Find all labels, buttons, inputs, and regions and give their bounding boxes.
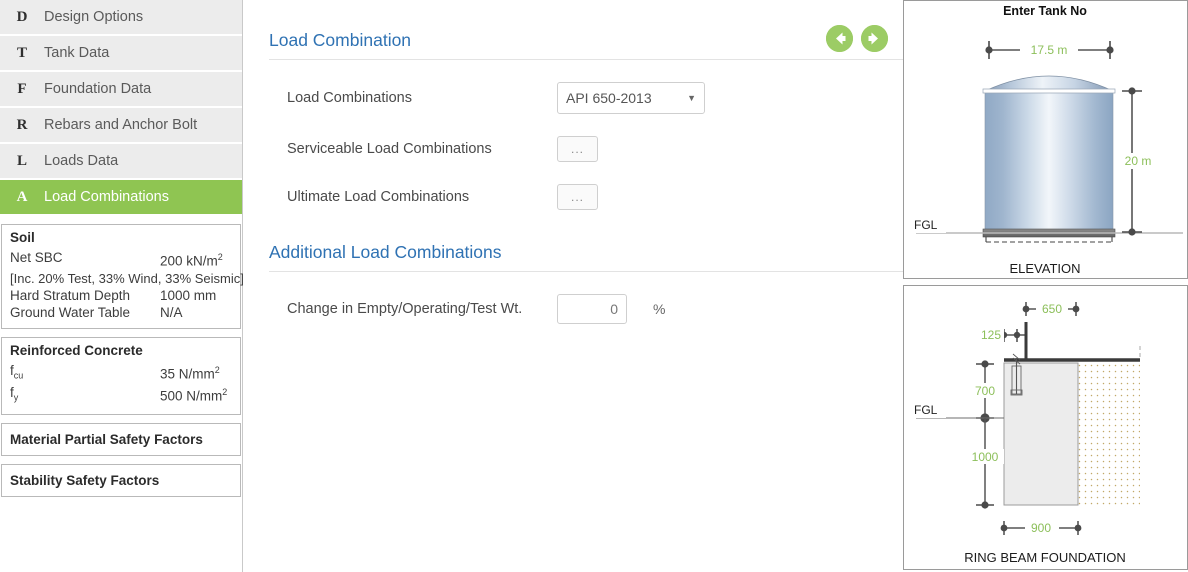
- sidebar-item-label: Load Combinations: [44, 189, 169, 205]
- load-combinations-selected-value: API 650-2013: [566, 90, 652, 106]
- additional-load-combinations-section-header: Additional Load Combinations: [269, 242, 906, 272]
- percent-unit-label: %: [653, 301, 666, 317]
- foundation-fgl-label: FGL: [914, 403, 938, 417]
- ground-water-table-label: Ground Water Table: [10, 304, 131, 320]
- sidebar-item-label: Loads Data: [44, 153, 119, 169]
- hard-stratum-value: 1000 mm: [160, 287, 217, 303]
- elevation-drawing: Enter Tank No 17.5 m FGL 20 m ELEVATION: [912, 4, 1183, 276]
- sidebar-item-key: T: [16, 44, 27, 61]
- fcu-label: fcu: [10, 362, 24, 381]
- load-combinations-label: Load Combinations: [287, 90, 412, 106]
- foundation-caption: RING BEAM FOUNDATION: [964, 550, 1126, 565]
- tank-diameter-label: 17.5 m: [1031, 43, 1068, 57]
- soil-summary-panel: Soil Net SBC 200 kN/m2 [Inc. 20% Test, 3…: [1, 224, 244, 329]
- change-weight-label: Change in Empty/Operating/Test Wt.: [287, 301, 523, 317]
- fy-label: fy: [10, 385, 19, 403]
- load-combinations-select[interactable]: API 650-2013 ▼: [557, 82, 705, 114]
- ground-water-table-value: N/A: [160, 304, 183, 320]
- sidebar-item-key: R: [16, 116, 28, 133]
- foundation-diagram: 650 125 700 FGL 1000 900 RING BEAM FOUND…: [903, 285, 1188, 570]
- fy-row: fy 500 N/mm2: [10, 384, 232, 407]
- concrete-panel-title: Reinforced Concrete: [10, 342, 143, 358]
- fcu-row: fcu 35 N/mm2: [10, 362, 232, 385]
- sidebar: D Design Options T Tank Data F Foundatio…: [0, 0, 244, 572]
- sidebar-item-loads-data[interactable]: L Loads Data: [0, 144, 242, 180]
- material-partial-safety-factors-panel[interactable]: Material Partial Safety Factors: [1, 422, 241, 456]
- serviceable-load-combinations-label: Serviceable Load Combinations: [287, 141, 492, 157]
- sidebar-item-key: D: [16, 8, 28, 25]
- soil-panel-title: Soil: [10, 230, 35, 245]
- ultimate-load-combinations-button[interactable]: ...: [557, 184, 598, 210]
- hard-stratum-row: Hard Stratum Depth 1000 mm: [10, 287, 232, 304]
- foundation-wall-offset-label: 125: [981, 328, 1001, 342]
- load-combination-section-header: Load Combination: [269, 25, 906, 60]
- sidebar-item-key: L: [16, 152, 27, 169]
- next-button[interactable]: [861, 25, 888, 52]
- foundation-top-width-label: 650: [1042, 302, 1062, 316]
- elevation-caption: ELEVATION: [1009, 261, 1080, 276]
- sidebar-item-key: F: [17, 80, 27, 97]
- sidebar-item-tank-data[interactable]: T Tank Data: [0, 36, 242, 72]
- sidebar-item-foundation-data[interactable]: F Foundation Data: [0, 72, 242, 108]
- section-title-additional: Additional Load Combinations: [269, 242, 502, 262]
- arrow-left-circle-icon: [826, 25, 853, 52]
- sidebar-item-design-options[interactable]: D Design Options: [0, 0, 242, 36]
- sidebar-item-label: Tank Data: [44, 45, 110, 61]
- page-title: Load Combination: [269, 30, 412, 50]
- fy-value: 500 N/mm2: [160, 387, 228, 404]
- ground-water-table-row: Ground Water Table N/A: [10, 304, 232, 321]
- change-weight-input[interactable]: [557, 294, 627, 324]
- sidebar-item-rebars-and-anchor-bolt[interactable]: R Rebars and Anchor Bolt: [0, 108, 242, 144]
- sidebar-item-label: Foundation Data: [44, 81, 152, 97]
- sidebar-item-load-combinations[interactable]: A Load Combinations: [0, 180, 242, 216]
- application-window: D Design Options T Tank Data F Foundatio…: [0, 0, 1188, 572]
- elevation-fgl-label: FGL: [914, 218, 938, 232]
- navigation-arrows: [826, 25, 888, 52]
- chevron-down-icon: ▼: [687, 93, 696, 103]
- stability-safety-factors-panel[interactable]: Stability Safety Factors: [1, 463, 241, 497]
- arrow-right-circle-icon: [861, 25, 888, 52]
- sidebar-item-label: Design Options: [44, 9, 144, 25]
- foundation-base-width-label: 900: [1031, 521, 1051, 535]
- sidebar-item-key: A: [16, 188, 28, 205]
- diagram-panel: Enter Tank No 17.5 m FGL 20 m ELEVATION …: [903, 0, 1188, 572]
- serviceable-load-combinations-button[interactable]: ...: [557, 136, 598, 162]
- fcu-value: 35 N/mm2: [160, 364, 220, 382]
- sidebar-item-label: Rebars and Anchor Bolt: [44, 117, 198, 133]
- net-sbc-value: 200 kN/m2: [160, 252, 223, 269]
- tank-height-label: 20 m: [1125, 154, 1152, 168]
- foundation-upper-depth-label: 700: [975, 384, 995, 398]
- foundation-drawing: 650 125 700 FGL 1000 900 RING BEAM FOUND…: [912, 301, 1141, 565]
- foundation-lower-depth-label: 1000: [972, 450, 999, 464]
- soil-net-sbc-row: Net SBC 200 kN/m2: [10, 249, 232, 270]
- reinforced-concrete-panel: Reinforced Concrete fcu 35 N/mm2 fy 500 …: [1, 336, 241, 415]
- ultimate-load-combinations-label: Ultimate Load Combinations: [287, 189, 470, 205]
- previous-button[interactable]: [826, 25, 853, 52]
- hard-stratum-label: Hard Stratum Depth: [10, 287, 131, 303]
- elevation-header-text: Enter Tank No: [1003, 4, 1087, 18]
- soil-note: [Inc. 20% Test, 33% Wind, 33% Seismic]: [10, 270, 244, 286]
- net-sbc-label: Net SBC: [10, 250, 63, 265]
- elevation-diagram: Enter Tank No 17.5 m FGL 20 m ELEVATION: [903, 0, 1188, 279]
